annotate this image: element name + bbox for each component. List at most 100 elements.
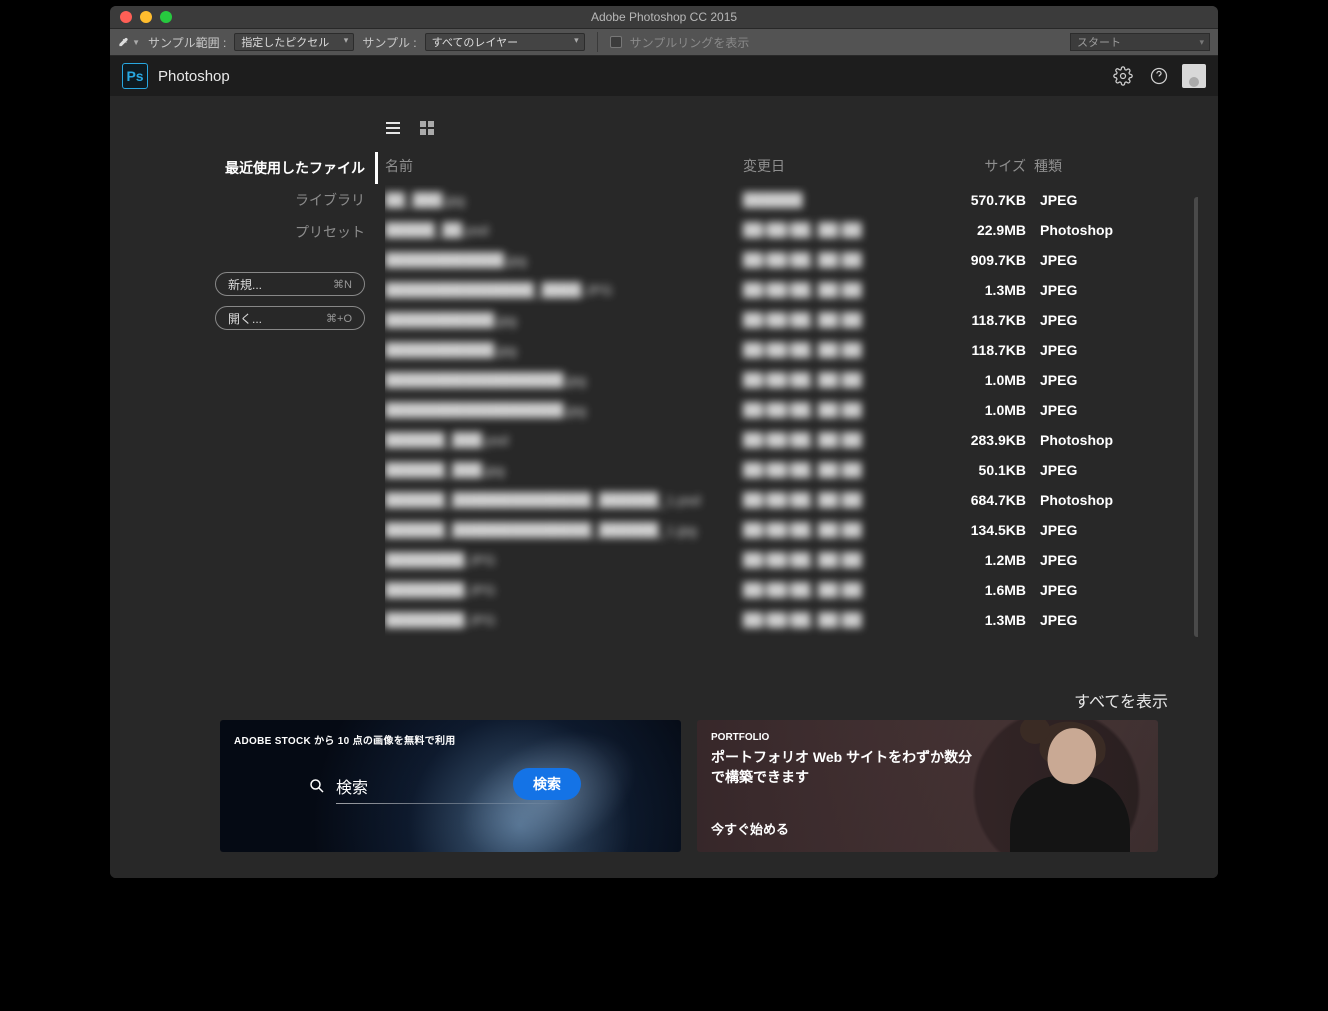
sidebar-item-0[interactable]: 最近使用したファイル [130, 152, 378, 184]
cell-name: ████████████.jpg [385, 252, 735, 268]
show-all-link[interactable]: すべてを表示 [110, 674, 1218, 720]
stock-search-field[interactable]: 検索 [308, 774, 368, 798]
table-row[interactable]: ███████████.jpg██/██/██, ██:██118.7KBJPE… [385, 305, 1198, 335]
cell-date: ██/██/██, ██:██ [743, 282, 928, 298]
account-avatar[interactable] [1182, 64, 1206, 88]
sample-select[interactable]: すべてのレイヤー [425, 33, 585, 51]
show-sampling-ring-checkbox[interactable] [610, 36, 622, 48]
separator [597, 32, 598, 52]
cell-name: ███████████.jpg [385, 342, 735, 358]
product-name: Photoshop [158, 68, 230, 85]
cell-size: 684.7KB [936, 492, 1026, 508]
cell-date: ██/██/██, ██:██ [743, 372, 928, 388]
new-file-label: 新規... [228, 276, 262, 293]
table-row[interactable]: ██████_██████████████_██████_1.jpg ██/██/… [385, 515, 1198, 545]
table-row[interactable]: ██████_███.psd██/██/██, ██:██283.9KBPhot… [385, 425, 1198, 455]
stock-search-button[interactable]: 検索 [513, 768, 581, 800]
table-row[interactable]: ██████_██████████████_██████_1.psd ██/██/… [385, 485, 1198, 515]
workspace-select[interactable]: スタート [1070, 33, 1210, 51]
table-row[interactable]: ███████████.jpg ██/██/██, ██:██ 118.7KB JPE… [385, 335, 1198, 365]
cell-kind: Photoshop [1034, 492, 1134, 508]
cell-name: ██████_██████████████_██████_1.jpg [385, 522, 735, 538]
col-kind[interactable]: 種類 [1034, 156, 1134, 176]
cell-date: ██/██/██, ██:██ [743, 402, 928, 418]
table-row[interactable]: ██_███.jpg██████570.7KBJPEG [385, 185, 1198, 215]
cell-name: ██_███.jpg [385, 192, 735, 208]
new-file-shortcut: ⌘N [333, 278, 352, 291]
table-row[interactable]: ████████.JPG██/██/██, ██:██1.6MBJPEG [385, 575, 1198, 605]
cell-name: ██████████████████.jpg [385, 372, 735, 388]
cell-kind: JPEG [1034, 372, 1134, 388]
table-row[interactable]: ████████████.jpg██/██/██, ██:██909.7KBJP… [385, 245, 1198, 275]
cell-name: ████████.JPG [385, 552, 735, 568]
cell-kind: JPEG [1034, 522, 1134, 538]
stock-card-headline: ADOBE STOCK から 10 点の画像を無料で利用 [234, 732, 456, 747]
app-window: Adobe Photoshop CC 2015 ▼ サンプル範囲 : 指定したピ… [110, 6, 1218, 878]
cell-date: ██/██/██, ██:██ [743, 312, 928, 328]
recent-files-table: 名前 変更日 サイズ 種類 ██_███.jpg██████570.7KBJPE… [385, 156, 1198, 674]
cell-size: 1.3MB [936, 612, 1026, 628]
col-name[interactable]: 名前 [385, 156, 735, 176]
cell-date: ██/██/██, ██:██ [743, 462, 928, 478]
cell-size: 1.0MB [936, 372, 1026, 388]
sidebar-item-2[interactable]: プリセット [130, 216, 365, 248]
open-file-shortcut: ⌘+O [326, 312, 352, 325]
cell-date: ██/██/██, ██:██ [743, 342, 928, 358]
cell-size: 909.7KB [936, 252, 1026, 268]
show-sampling-ring-label: サンプルリングを表示 [630, 34, 750, 51]
cell-name: ████████.JPG [385, 612, 735, 628]
table-row[interactable]: ██████████████████.jpg██/██/██, ██:██1.0… [385, 395, 1198, 425]
portfolio-card[interactable]: PORTFOLIO ポートフォリオ Web サイトをわずか数分で構築できます 今… [697, 720, 1158, 852]
adobe-stock-card[interactable]: ADOBE STOCK から 10 点の画像を無料で利用 検索 検索 [220, 720, 681, 852]
cell-date: ██/██/██, ██:██ [743, 492, 928, 508]
cell-name: █████_██.psd [385, 222, 735, 238]
sample-range-label: サンプル範囲 : [148, 34, 226, 51]
cell-date: ██/██/██, ██:██ [743, 222, 928, 238]
help-button[interactable] [1146, 63, 1172, 89]
promo-row: ADOBE STOCK から 10 点の画像を無料で利用 検索 検索 PORTF… [110, 720, 1218, 878]
settings-button[interactable] [1110, 63, 1136, 89]
cell-size: 570.7KB [936, 192, 1026, 208]
scrollbar[interactable] [1194, 197, 1198, 637]
cell-kind: JPEG [1034, 252, 1134, 268]
col-modified[interactable]: 変更日 [743, 156, 928, 176]
grid-view-button[interactable] [419, 120, 435, 136]
cell-date: ██/██/██, ██:██ [743, 552, 928, 568]
table-row[interactable]: ███████████████_████.JPG██/██/██, ██:██1… [385, 275, 1198, 305]
cell-size: 1.0MB [936, 402, 1026, 418]
cell-name: ██████_██████████████_██████_1.psd [385, 492, 735, 508]
list-view-button[interactable] [385, 120, 401, 136]
cell-name: ██████_███.jpg [385, 462, 735, 478]
sidebar-item-1[interactable]: ライブラリ [130, 184, 365, 216]
table-row[interactable]: █████_██.psd ██/██/██, ██:██ 22.9MB Photosh… [385, 215, 1198, 245]
open-file-label: 開く... [228, 310, 262, 327]
open-file-button[interactable]: 開く... ⌘+O [215, 306, 365, 330]
cell-kind: JPEG [1034, 342, 1134, 358]
portfolio-cta: 今すぐ始める [711, 819, 789, 838]
cell-date: ██/██/██, ██:██ [743, 522, 928, 538]
app-bar: Ps Photoshop [110, 56, 1218, 96]
cell-name: ██████_███.psd [385, 432, 735, 448]
cell-size: 118.7KB [936, 342, 1026, 358]
cell-size: 134.5KB [936, 522, 1026, 538]
eyedropper-tool-icon[interactable]: ▼ [118, 32, 140, 52]
table-row[interactable]: ██████████████████.jpg ██/██/██, ██:██ 1.0… [385, 365, 1198, 395]
cell-size: 1.6MB [936, 582, 1026, 598]
sample-range-select[interactable]: 指定したピクセル [234, 33, 354, 51]
cell-size: 1.2MB [936, 552, 1026, 568]
cell-kind: Photoshop [1034, 222, 1134, 238]
new-file-button[interactable]: 新規... ⌘N [215, 272, 365, 296]
cell-kind: JPEG [1034, 582, 1134, 598]
col-size[interactable]: サイズ [936, 156, 1026, 176]
table-row[interactable]: ████████.JPG██/██/██, ██:██1.3MBJPEG [385, 605, 1198, 635]
cell-kind: JPEG [1034, 612, 1134, 628]
gear-icon [1113, 66, 1133, 86]
table-row[interactable]: ████████.JPG██/██/██, ██:██1.2MBJPEG [385, 545, 1198, 575]
sample-label: サンプル : [362, 34, 416, 51]
cell-size: 283.9KB [936, 432, 1026, 448]
table-row[interactable]: ██████_███.jpg██/██/██, ██:██50.1KBJPEG [385, 455, 1198, 485]
cell-kind: Photoshop [1034, 432, 1134, 448]
cell-size: 22.9MB [936, 222, 1026, 238]
window-title: Adobe Photoshop CC 2015 [110, 10, 1218, 24]
search-icon [308, 777, 326, 795]
